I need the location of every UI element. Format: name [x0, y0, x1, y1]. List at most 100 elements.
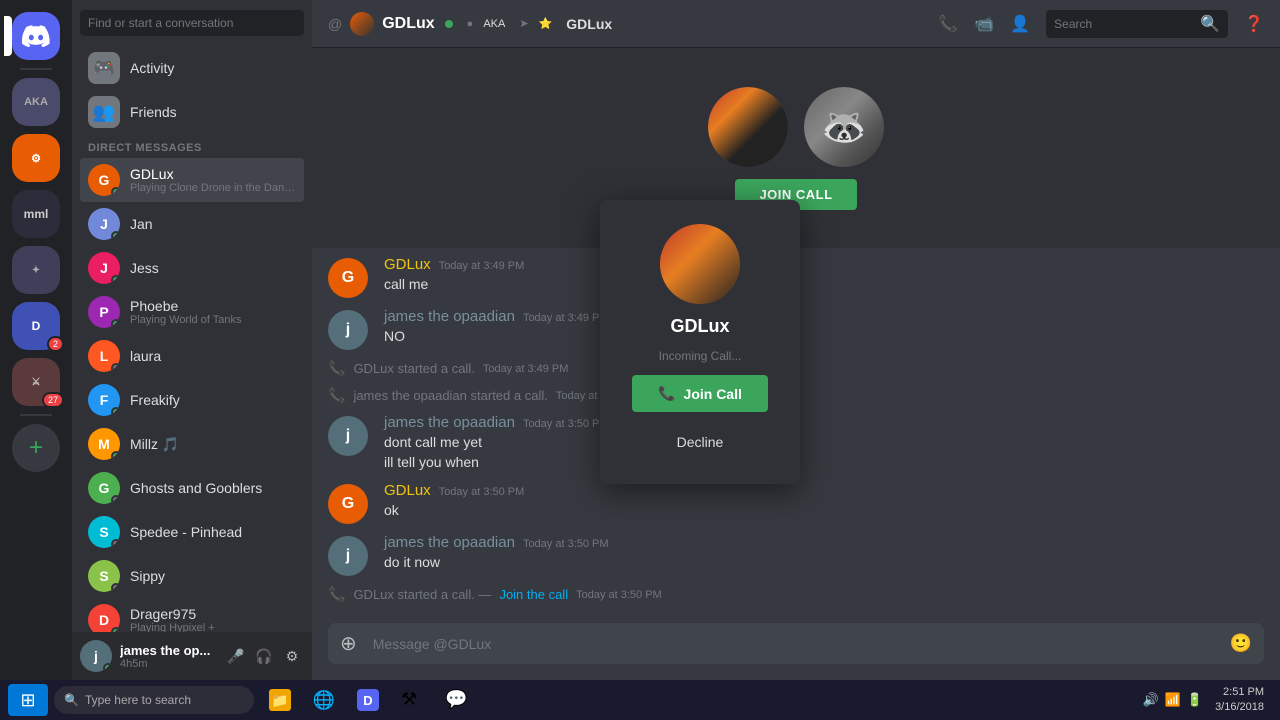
dm-avatar-drager975: D	[88, 604, 120, 632]
tray-icon-1[interactable]: 🔊	[1143, 692, 1159, 708]
tray-icon-3[interactable]: 🔋	[1187, 692, 1203, 708]
msg-text-msg3: NO	[384, 327, 1264, 347]
msg-time-msg5: Today at 3:50 PM	[439, 486, 525, 498]
server-aka[interactable]: AKA	[12, 78, 60, 126]
dm-item-phoebe[interactable]: P Phoebe Playing World of Tanks	[80, 290, 304, 334]
taskbar-icons: 📁 🌐 D ⚒ 💬	[260, 682, 476, 718]
dm-avatar-jess: J	[88, 252, 120, 284]
message-input[interactable]	[369, 624, 1218, 664]
message-input-wrapper: ⊕ 🙂	[328, 623, 1264, 664]
search-input[interactable]	[80, 10, 304, 36]
message-msg5: G GDLux Today at 3:50 PM ok	[328, 478, 1264, 528]
header-search[interactable]: 🔍	[1046, 10, 1228, 38]
dm-name-jess: Jess	[130, 260, 296, 276]
dm-item-drager975[interactable]: D Drager975 Playing Hypixel +	[80, 598, 304, 632]
message-input-area: ⊕ 🙂	[312, 607, 1280, 680]
user-panel-icons: 🎤 🎧 ⚙	[224, 644, 304, 668]
dm-name-phoebe: Phoebe	[130, 298, 296, 314]
taskbar-icon-app1[interactable]: ⚒	[392, 682, 432, 718]
call-modal-join-button[interactable]: 📞 Join Call	[632, 375, 768, 412]
add-server-button[interactable]: +	[12, 424, 60, 472]
msg-text-msg6: do it now	[384, 553, 1264, 573]
server-home[interactable]	[12, 12, 60, 60]
phone-icon: 📞	[658, 385, 675, 402]
call-avatar-raccoon: 🦝	[804, 87, 884, 167]
taskbar-icon-chrome[interactable]: 🌐	[304, 682, 344, 718]
server-blue[interactable]: D 2	[12, 302, 60, 350]
dm-item-gdlux[interactable]: G GDLux Playing Clone Drone in the Dange…	[80, 158, 304, 202]
msg-text-msg4: dont call me yetill tell you when	[384, 433, 1264, 472]
msg-avatar-msg5: G	[328, 484, 368, 524]
dm-sub-drager975: Playing Hypixel +	[130, 622, 296, 632]
dm-avatar-ghosts: G	[88, 472, 120, 504]
call-modal-avatar	[660, 224, 740, 304]
videocam-icon[interactable]: 📹	[974, 14, 994, 34]
taskbar-time: 2:51 PM 3/16/2018	[1215, 685, 1272, 716]
msg-avatar-msg2: G	[328, 258, 368, 298]
dm-name-millz: Millz 🎵	[130, 436, 296, 453]
dm-item-spedee[interactable]: S Spedee - Pinhead	[80, 510, 304, 554]
tray-icons: 🔊 📶 🔋	[1137, 692, 1210, 708]
dm-sub-gdlux: Playing Clone Drone in the Danger Z...	[130, 182, 296, 194]
system-icon: 📞	[328, 360, 345, 377]
inbox-icon[interactable]: ❓	[1244, 14, 1264, 34]
system-icon: 📞	[328, 586, 345, 603]
dm-search[interactable]	[72, 0, 312, 46]
msg-time-msg3: Today at 3:49 PM	[523, 312, 609, 324]
phone-icon[interactable]: 📞	[938, 14, 958, 34]
mute-icon[interactable]: 🎤	[224, 644, 248, 668]
server-red-badge[interactable]: ⚔ 27	[12, 358, 60, 406]
settings-icon[interactable]: ⚙	[280, 644, 304, 668]
call-avatars: 🦝	[708, 87, 884, 167]
dm-sidebar: 🎮 Activity 👥 Friends DIRECT MESSAGES G G…	[72, 0, 312, 680]
dm-item-sippy[interactable]: S Sippy	[80, 554, 304, 598]
user-panel: j james the op... 4h5m 🎤 🎧 ⚙	[72, 632, 312, 680]
dm-item-freakify[interactable]: F Freakify	[80, 378, 304, 422]
msg-time-msg6: Today at 3:50 PM	[523, 538, 609, 550]
dm-avatar-laura: L	[88, 340, 120, 372]
sidebar-item-friends[interactable]: 👥 Friends	[80, 90, 304, 134]
add-attachment-button[interactable]: ⊕	[336, 623, 361, 664]
dm-name-gdlux: GDLux	[130, 166, 296, 182]
dm-name-jan: Jan	[130, 216, 296, 232]
dm-avatar-sippy: S	[88, 560, 120, 592]
dm-name-sippy: Sippy	[130, 568, 296, 584]
dm-item-jan[interactable]: J Jan	[80, 202, 304, 246]
taskbar-icon-discord[interactable]: D	[348, 682, 388, 718]
taskbar: ⊞ 🔍 Type here to search 📁 🌐 D ⚒ 💬 🔊 📶 🔋 …	[0, 680, 1280, 720]
dm-avatar-freakify: F	[88, 384, 120, 416]
dm-name-spedee: Spedee - Pinhead	[130, 524, 296, 540]
dm-name-ghosts: Ghosts and Gooblers	[130, 480, 296, 496]
msg-author-msg5: GDLux	[384, 482, 431, 499]
call-modal-decline-button[interactable]: Decline	[632, 424, 768, 460]
server-s2[interactable]: ⚙	[12, 134, 60, 182]
dm-avatar-phoebe: P	[88, 296, 120, 328]
sidebar-item-activity[interactable]: 🎮 Activity	[80, 46, 304, 90]
join-call-link[interactable]: Join the call	[499, 587, 568, 602]
taskbar-icon-file-explorer[interactable]: 📁	[260, 682, 300, 718]
taskbar-icon-app2[interactable]: 💬	[436, 682, 476, 718]
dm-name-freakify: Freakify	[130, 392, 296, 408]
dm-item-millz[interactable]: M Millz 🎵	[80, 422, 304, 466]
start-button[interactable]: ⊞	[8, 684, 48, 716]
msg-text-msg5: ok	[384, 501, 1264, 521]
dm-avatar-gdlux: G	[88, 164, 120, 196]
tray-icon-2[interactable]: 📶	[1165, 692, 1181, 708]
dm-item-jess[interactable]: J Jess	[80, 246, 304, 290]
msg-avatar-msg4: j	[328, 416, 368, 456]
server-check[interactable]: ✦	[12, 246, 60, 294]
add-friend-icon[interactable]: 👤	[1010, 14, 1030, 34]
header-icons: 📞 📹 👤 🔍 ❓	[938, 10, 1264, 38]
call-modal-name: GDLux	[670, 316, 729, 337]
server-ml[interactable]: mml	[12, 190, 60, 238]
user-panel-initial: j	[94, 648, 98, 664]
msg-text-msg2: call me	[384, 275, 1264, 295]
emoji-button[interactable]: 🙂	[1226, 625, 1256, 662]
chat-header: @ GDLux ● AKA ➤ ⭐ GDLux 📞 📹 👤 🔍 ❓	[312, 0, 1280, 48]
taskbar-search[interactable]: 🔍 Type here to search	[54, 686, 254, 714]
dm-item-ghosts[interactable]: G Ghosts and Gooblers	[80, 466, 304, 510]
deafen-icon[interactable]: 🎧	[252, 644, 276, 668]
dm-item-laura[interactable]: L laura	[80, 334, 304, 378]
chat-search-input[interactable]	[1054, 17, 1194, 31]
msg-author-msg2: GDLux	[384, 256, 431, 273]
